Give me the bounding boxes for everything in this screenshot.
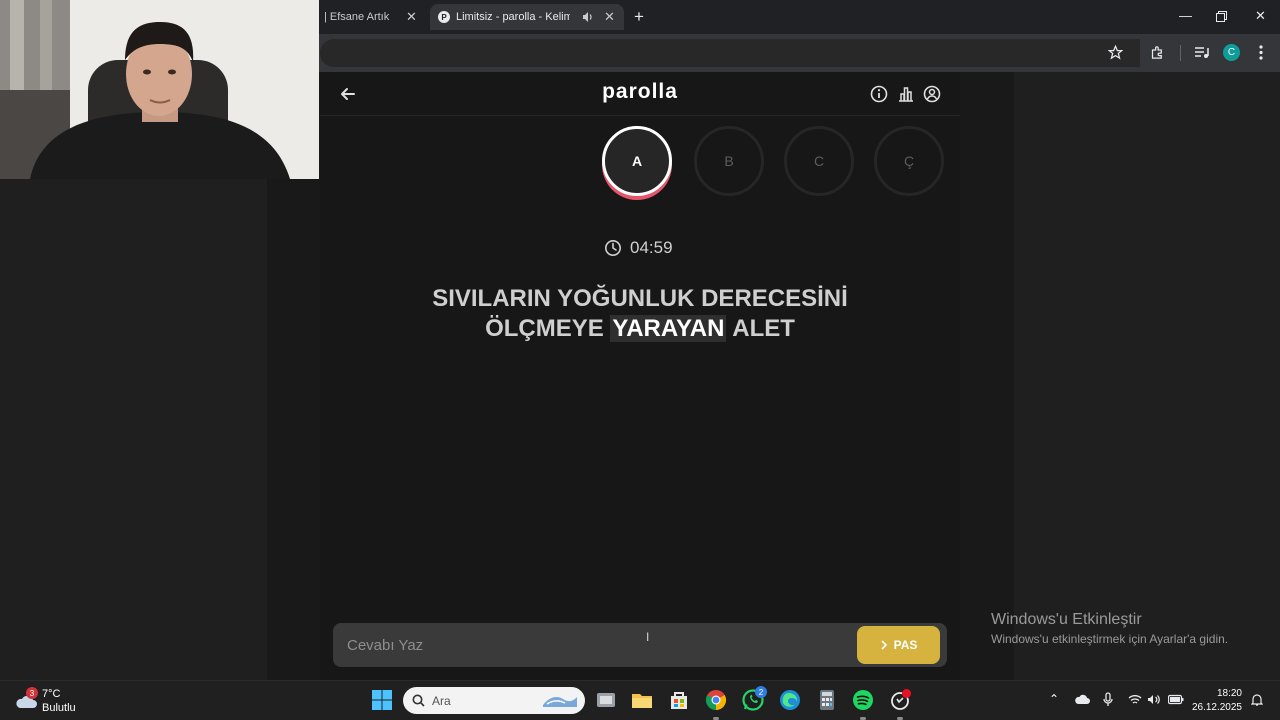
speaker-icon[interactable] (582, 11, 594, 23)
app-header: parolla (320, 72, 960, 116)
letter-circle-a: A (602, 126, 672, 196)
onedrive-cloud-icon[interactable] (1074, 694, 1090, 705)
windows-taskbar: 3 7°C Bulutlu Ara 2 ⌃ 18:20 26.12.2025 (0, 680, 1280, 720)
info-icon[interactable] (870, 85, 888, 103)
answer-input[interactable] (333, 623, 853, 667)
text-cursor-icon: I (646, 630, 650, 644)
notification-bell-icon[interactable] (1251, 693, 1263, 706)
extensions-icon[interactable] (1150, 45, 1165, 60)
tab-parolla[interactable]: P Limitsiz - parolla - Kelime o ✕ (430, 4, 624, 30)
screen: | Efsane Artık 4K ( ✕ P Limitsiz - parol… (0, 0, 1280, 720)
weather-widget[interactable]: 3 7°C Bulutlu (14, 687, 94, 715)
close-icon[interactable]: ✕ (406, 9, 417, 25)
volume-icon[interactable] (1147, 694, 1161, 705)
weather-temperature: 7°C (42, 688, 61, 700)
parolla-favicon-icon: P (438, 11, 450, 23)
toolbar-divider (1180, 45, 1181, 61)
watermark-title: Windows'u Etkinleştir (991, 611, 1142, 628)
question-highlight-word: YARAYAN (610, 315, 727, 342)
whatsapp-badge: 2 (755, 686, 767, 698)
wifi-icon[interactable] (1128, 694, 1142, 705)
letter-circle-c: C (784, 126, 854, 196)
microphone-icon[interactable] (1103, 692, 1113, 707)
spotify-icon[interactable] (851, 688, 875, 712)
pass-button[interactable]: PAS (857, 626, 940, 664)
taskbar-search[interactable]: Ara (403, 687, 585, 714)
clock-time: 18:20 (1216, 688, 1242, 699)
search-placeholder: Ara (432, 694, 451, 708)
windows-start-icon[interactable] (370, 688, 394, 712)
statistics-icon[interactable] (897, 85, 915, 103)
webcam-overlay (0, 0, 319, 179)
timer-value: 04:59 (630, 238, 673, 257)
answer-bar: PAS (333, 623, 947, 667)
tab-title: Limitsiz - parolla - Kelime o (456, 11, 570, 23)
weather-description: Bulutlu (42, 702, 76, 714)
question-line-2: ÖLÇMEYE YARAYAN ALET (390, 314, 890, 344)
edge-icon[interactable] (778, 688, 802, 712)
notification-dot (902, 689, 911, 698)
search-highlight-icon (543, 697, 577, 707)
close-icon[interactable]: ✕ (604, 9, 615, 25)
profile-avatar[interactable]: C (1223, 44, 1240, 61)
tab-title: | Efsane Artık 4K ( (324, 11, 390, 23)
clock-icon (605, 240, 621, 256)
media-control-icon[interactable] (1195, 46, 1209, 59)
countdown-timer: 04:59 (604, 238, 673, 258)
question-line-1: SIVILARIN YOĞUNLUK DERECESİNİ (432, 285, 848, 312)
question-line-2-start: ÖLÇMEYE (485, 315, 611, 342)
letter-circle-b: B (694, 126, 764, 196)
activation-watermark: Windows'u Etkinleştir Windows'u etkinleş… (991, 611, 1228, 646)
pass-button-label: PAS (893, 638, 918, 652)
webcam-person-image (0, 0, 319, 179)
chevron-up-icon[interactable]: ⌃ (1049, 692, 1059, 706)
letter-circle-c-cedilla: Ç (874, 126, 944, 196)
chevron-right-icon (881, 640, 887, 650)
window-close-icon[interactable]: ✕ (1255, 8, 1266, 24)
new-tab-icon[interactable]: + (634, 7, 644, 27)
question-text: SIVILARIN YOĞUNLUK DERECESİNİ ÖLÇMEYE YA… (390, 284, 890, 344)
microsoft-store-icon[interactable] (667, 688, 691, 712)
bookmark-star-icon[interactable] (1108, 45, 1123, 60)
tab-efsane[interactable]: | Efsane Artık 4K ( ✕ (320, 4, 428, 30)
search-icon (412, 694, 425, 707)
more-menu-icon[interactable] (1258, 45, 1264, 60)
watermark-subtitle: Windows'u etkinleştirmek için Ayarlar'a … (991, 632, 1229, 646)
parolla-app: parolla A B C Ç 04:59 SIVILARIN YOĞUNLUK… (320, 72, 960, 680)
clock-date: 26.12.2025 (1191, 702, 1242, 713)
system-clock[interactable]: 18:20 26.12.2025 (1190, 687, 1242, 715)
address-bar[interactable] (320, 39, 1140, 67)
question-line-2-end: ALET (726, 315, 795, 342)
weather-badge: 3 (26, 687, 38, 699)
minimize-icon[interactable]: — (1179, 8, 1192, 23)
app-logo: parolla (602, 80, 678, 103)
page-gutter-right (960, 72, 1014, 680)
file-explorer-icon[interactable] (630, 688, 654, 712)
chrome-icon[interactable] (704, 688, 728, 712)
battery-icon[interactable] (1168, 694, 1184, 705)
user-account-icon[interactable] (923, 85, 941, 103)
task-view-icon[interactable] (594, 688, 618, 712)
restore-icon[interactable] (1216, 11, 1227, 22)
calculator-icon[interactable] (815, 688, 839, 712)
